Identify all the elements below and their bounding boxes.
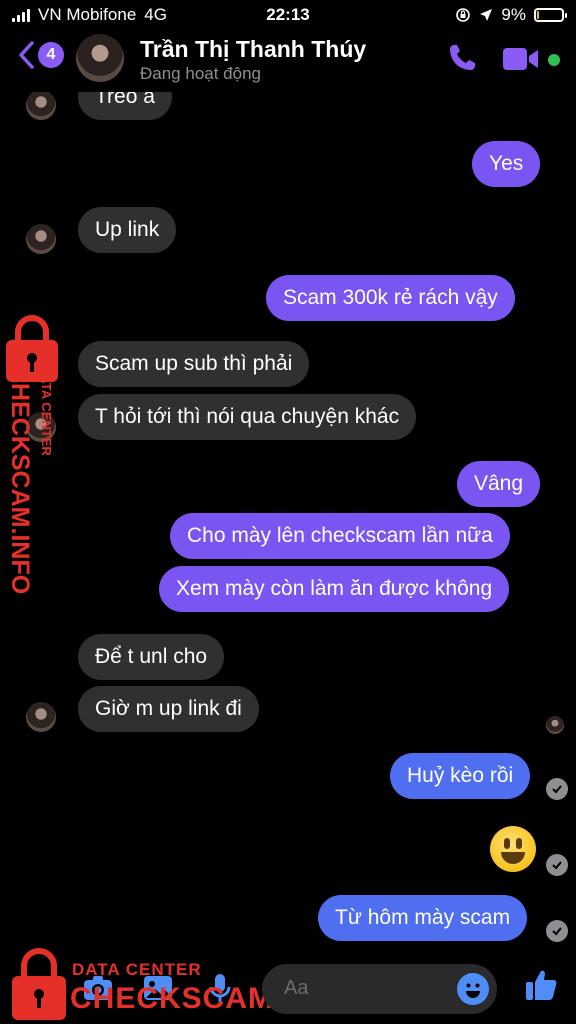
video-camera-icon[interactable]	[502, 46, 540, 72]
input-placeholder: Aa	[284, 977, 309, 999]
message-out[interactable]: Xem mày còn làm ăn được không	[159, 566, 510, 612]
contact-status: Đang hoạt động	[140, 64, 261, 83]
chevron-left-icon	[19, 41, 34, 69]
message-out[interactable]: Vâng	[457, 461, 541, 507]
message-in[interactable]: Giờ m up link đi	[78, 686, 259, 732]
sent-check-icon	[546, 920, 568, 942]
message-out[interactable]: Từ hôm mày scam	[318, 895, 528, 941]
contact-avatar[interactable]	[76, 34, 124, 82]
battery-icon	[534, 8, 567, 22]
location-icon	[480, 9, 493, 21]
message-out[interactable]: Scam 300k rẻ rách vậy	[266, 275, 515, 321]
sent-check-icon	[546, 854, 568, 876]
smiley-emoji-message[interactable]: 😃	[490, 826, 536, 872]
contact-avatar-small	[26, 90, 56, 120]
contact-avatar-small	[26, 702, 56, 732]
back-button[interactable]: 4	[16, 40, 64, 70]
message-in[interactable]: Để t unl cho	[78, 634, 225, 680]
chat-header: 4 Trần Thị Thanh Thúy Đang hoạt động	[0, 30, 576, 92]
watermark-checkscam: CHECKSCAM.INFO	[6, 365, 34, 595]
composer-bar: DATA CENTER CHECKSCAM.INFO Aa	[0, 948, 576, 1024]
message-in[interactable]: T hỏi tới thì nói qua chuyện khác	[78, 394, 417, 440]
thumbs-up-icon[interactable]	[524, 968, 558, 1002]
watermark-vertical: DATA CENTER CHECKSCAM.INFO	[4, 365, 54, 594]
rotation-lock-icon	[456, 8, 471, 22]
watermark-lock-icon	[12, 948, 66, 1020]
phone-icon[interactable]	[446, 42, 478, 74]
emoji-button[interactable]	[457, 973, 489, 1005]
message-in[interactable]: Up link	[78, 207, 177, 253]
battery-fill	[537, 11, 539, 19]
message-input[interactable]: Aa	[262, 964, 497, 1014]
message-out[interactable]: Yes	[472, 141, 541, 187]
message-in[interactable]: Scam up sub thì phải	[78, 341, 310, 387]
battery-percent: 9%	[501, 5, 526, 24]
seen-avatar	[546, 716, 564, 734]
watermark-data-center: DATA CENTER	[39, 365, 54, 456]
contact-name[interactable]: Trần Thị Thanh Thúy	[140, 36, 366, 63]
contact-avatar-small	[26, 224, 56, 254]
online-indicator	[548, 54, 560, 66]
status-bar: VN Mobifone 4G 22:13 9%	[0, 0, 576, 30]
watermark-data-center: DATA CENTER	[72, 960, 202, 979]
message-out[interactable]: Cho mày lên checkscam lần nữa	[170, 513, 510, 559]
message-out[interactable]: Huỷ kèo rồi	[390, 753, 531, 799]
unread-badge: 4	[38, 42, 64, 68]
smiley-icon	[466, 983, 480, 998]
sent-check-icon	[546, 778, 568, 800]
